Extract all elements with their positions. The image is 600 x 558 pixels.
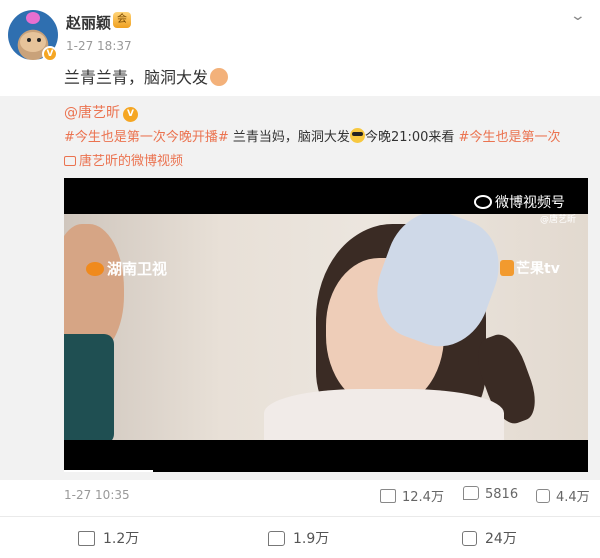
video-link-icon	[64, 156, 76, 166]
like-icon	[536, 489, 550, 503]
comment-icon	[463, 486, 479, 500]
repost-text-part: 今晚21:00来看	[364, 130, 459, 145]
post-text: 兰青兰青，脑洞大发	[64, 64, 229, 88]
chevron-down-icon[interactable]: ⌄	[570, 8, 586, 24]
repost-date[interactable]: 1-27 10:35	[64, 488, 130, 502]
author-name[interactable]: 赵丽颖	[66, 12, 111, 33]
emoji-icon	[210, 68, 229, 86]
video-progress-bar[interactable]	[64, 470, 154, 472]
repost-like-count[interactable]: 4.4万	[536, 486, 590, 505]
watermark-weibo: 微博视频号	[474, 192, 565, 212]
repost-author-name[interactable]: @唐艺昕	[64, 105, 120, 121]
like-icon	[462, 531, 477, 546]
repost-comment-count[interactable]: 5816	[463, 486, 518, 502]
repost-text: #今生也是第一次今晚开播# 兰青当妈，脑洞大发 今晚21:00来看 #今生也是第一…	[64, 126, 560, 145]
hashtag-link[interactable]: #今生也是第一次	[459, 130, 561, 145]
share-icon	[78, 531, 95, 546]
watermark-hunan-label: 湖南卫视	[107, 260, 168, 278]
comment-icon	[268, 531, 285, 546]
repost-text-part: 兰青当妈，脑洞大发	[228, 130, 350, 145]
divider	[0, 516, 600, 517]
video-link-label[interactable]: 唐艺昕的微博视频	[79, 154, 183, 169]
watermark-mango: 芒果tv	[500, 258, 560, 278]
sunglasses-emoji-icon	[349, 128, 365, 143]
video-person	[264, 389, 504, 440]
comment-button-label: 1.9万	[293, 531, 330, 547]
video-player[interactable]: 湖南卫视 芒果tv 微博视频号 @唐艺昕	[64, 178, 588, 472]
hashtag-link[interactable]: #今生也是第一次今晚开播#	[64, 130, 229, 145]
share-icon	[380, 489, 396, 503]
vip-badge-icon[interactable]: 会	[113, 12, 131, 28]
avatar-decoration	[26, 12, 40, 24]
comment-button[interactable]: 1.9万	[268, 528, 329, 548]
weibo-logo-icon	[474, 195, 492, 209]
share-count-label: 12.4万	[402, 490, 444, 505]
avatar-eye	[27, 38, 31, 42]
video-person	[64, 334, 114, 440]
comment-count-label: 5816	[485, 487, 519, 502]
video-frame: 湖南卫视 芒果tv	[64, 214, 588, 440]
video-link[interactable]: 唐艺昕的微博视频	[64, 150, 183, 169]
post-text-content: 兰青兰青，脑洞大发	[64, 68, 209, 87]
repost-author[interactable]: @唐艺昕 V	[64, 102, 138, 122]
watermark-handle: @唐艺昕	[540, 215, 577, 225]
hunan-logo-icon	[86, 262, 104, 276]
post-time[interactable]: 1-27 18:37	[66, 39, 132, 53]
repost-share-count[interactable]: 12.4万	[380, 486, 444, 505]
repost-button[interactable]: 1.2万	[78, 528, 139, 548]
verified-icon: V	[123, 107, 138, 122]
like-button[interactable]: 24万	[462, 528, 517, 548]
watermark-mango-label: 芒果tv	[516, 261, 560, 277]
like-count-label: 4.4万	[556, 490, 590, 505]
like-button-label: 24万	[485, 531, 517, 547]
repost-button-label: 1.2万	[103, 531, 140, 547]
watermark-hunan: 湖南卫视	[86, 258, 167, 279]
mango-logo-icon	[500, 260, 514, 276]
avatar-eye	[37, 38, 41, 42]
verified-icon: V	[42, 46, 58, 62]
watermark-weibo-label: 微博视频号	[495, 195, 565, 211]
